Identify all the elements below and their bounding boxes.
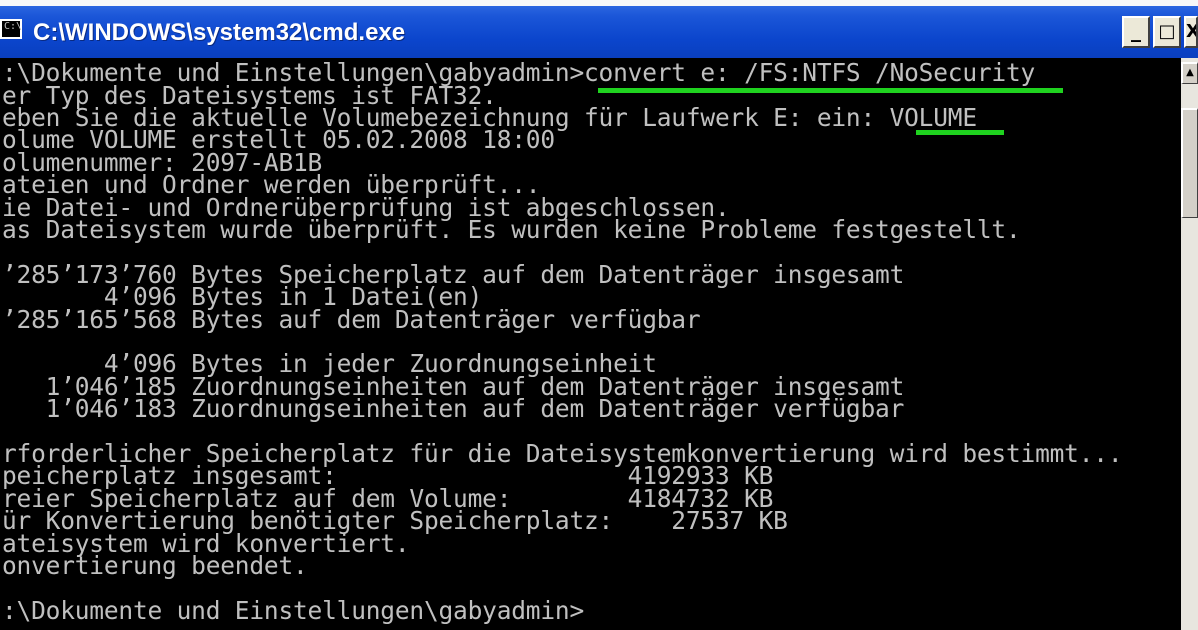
console-output[interactable]: :\Dokumente und Einstellungen\gabyadmin>… [0, 58, 1181, 630]
scrollbar-thumb[interactable] [1181, 108, 1198, 218]
minimize-button[interactable]: _ [1122, 16, 1150, 48]
title-bar[interactable]: C:\ C:\WINDOWS\system32\cmd.exe _ □ X [0, 0, 1198, 58]
console-line: onvertierung beendet. [2, 551, 308, 580]
command-highlight-underline [598, 88, 1063, 93]
console-line: :\Dokumente und Einstellungen\gabyadmin> [2, 596, 585, 625]
scroll-up-arrow-icon[interactable]: ▲ [1181, 62, 1198, 84]
console-line: as Dateisystem wurde überprüft. Es wurde… [2, 215, 1021, 244]
vertical-scrollbar[interactable]: ▲ [1181, 58, 1198, 630]
volume-highlight-underline [916, 130, 1004, 135]
console-icon[interactable]: C:\ [0, 19, 22, 39]
close-button[interactable]: X [1184, 16, 1198, 48]
maximize-button[interactable]: □ [1153, 16, 1181, 48]
console-line: ’285’165’568 Bytes auf dem Datenträger v… [2, 305, 701, 334]
console-line: 1’046’183 Zuordnungseinheiten auf dem Da… [2, 394, 905, 423]
window-title: C:\WINDOWS\system32\cmd.exe [33, 19, 406, 46]
cmd-window: C:\ C:\WINDOWS\system32\cmd.exe _ □ X :\… [0, 0, 1198, 630]
